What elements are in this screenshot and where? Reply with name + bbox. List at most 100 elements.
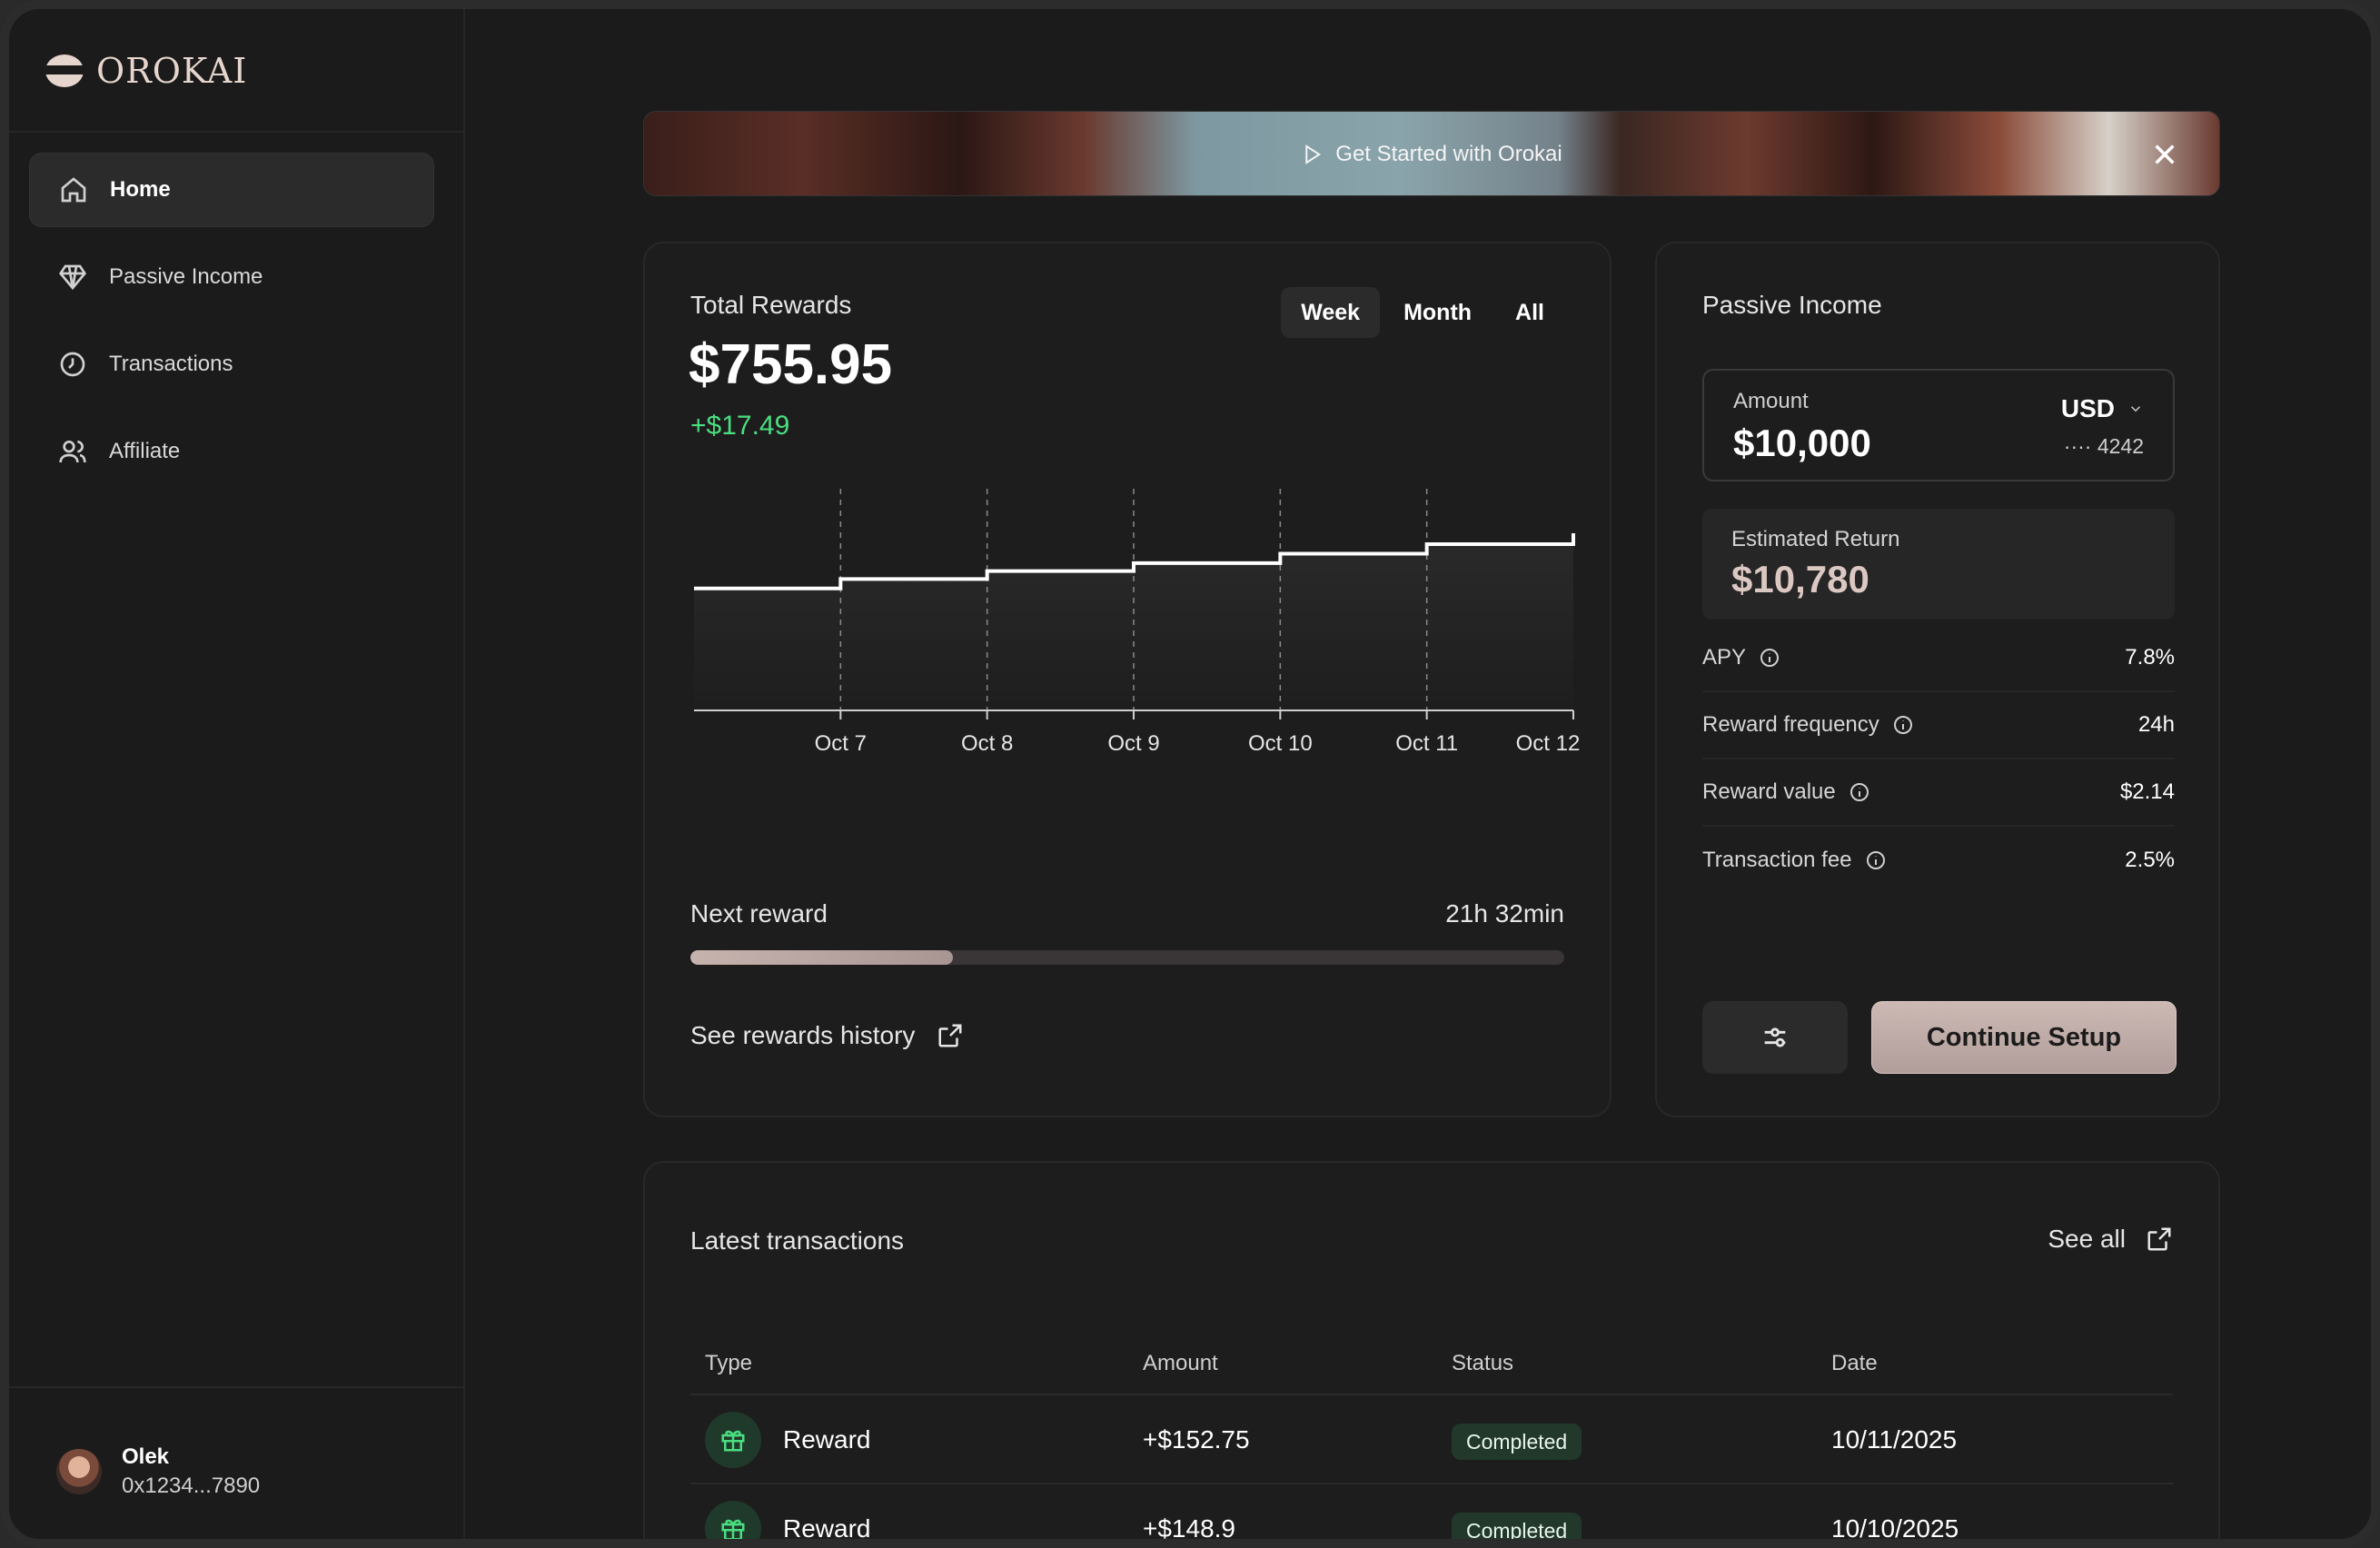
tx-status-cell: Completed [1452,1484,1582,1539]
tx-amount: +$152.75 [1143,1425,1250,1454]
settings-button[interactable] [1702,1001,1848,1074]
amount-label: Amount [1733,389,1809,413]
table-row[interactable]: Reward +$148.9 Completed 10/10/2025 [690,1484,2173,1543]
sidebar-item-label: Affiliate [109,439,181,463]
latest-transactions-card: Latest transactions See all Type Amount … [643,1161,2220,1543]
range-selector: Week Month All [1281,287,1564,338]
banner-cta-label: Get Started with Orokai [1335,142,1562,166]
sidebar-item-label: Transactions [109,352,233,376]
stat-label: APY [1702,645,1747,670]
tx-type-cell: Reward [705,1395,870,1484]
close-icon [2155,144,2175,164]
sliders-icon [1764,1027,1786,1047]
user-profile[interactable]: Olek 0x1234...7890 [56,1444,260,1499]
stat-value: $2.14 [2119,779,2175,804]
tx-type: Reward [783,1514,871,1543]
estimated-return-box: Estimated Return $10,780 [1702,509,2175,620]
stat-value: 2.5% [2125,848,2175,872]
stat-label: Reward value [1702,779,1836,804]
total-rewards-card: Total Rewards $755.95 +$17.49 Week Month… [643,242,1611,1117]
tx-status-cell: Completed [1452,1395,1582,1484]
stat-reward-value: Reward value $2.14 [1702,759,2175,827]
sidebar-item-affiliate[interactable]: Affiliate [29,414,434,489]
rewards-history-link[interactable]: See rewards history [690,1021,964,1050]
range-all-button[interactable]: All [1495,287,1564,338]
diamond-icon [59,264,86,291]
stat-transaction-fee: Transaction fee 2.5% [1702,827,2175,894]
external-link-icon [938,1024,962,1047]
continue-setup-button[interactable]: Continue Setup [1871,1001,2177,1074]
tx-date: 10/10/2025 [1831,1514,1959,1543]
next-reward-label: Next reward [690,899,828,928]
amount-field[interactable]: Amount $10,000 USD ···· 4242 [1702,369,2175,481]
see-all-label: See all [2048,1225,2126,1253]
gift-icon [721,1519,745,1539]
rewards-history-label: See rewards history [690,1021,916,1049]
progress-fill [690,950,953,965]
play-icon [1305,144,1322,164]
chart-tick-label: Oct 11 [1395,731,1458,756]
rewards-label: Total Rewards [690,291,852,319]
column-header-amount: Amount [1143,1351,1218,1375]
app-window: OROKAI Home Passive Income Transactions … [0,0,2380,1548]
stat-label: Reward frequency [1702,712,1879,737]
info-icon[interactable] [1865,849,1887,871]
stat-value: 24h [2137,712,2175,737]
rewards-chart: Oct 7 Oct 8 Oct 9 Oct 10 Oct 11 Oct 12 [694,489,1580,756]
wallet-address: 0x1234...7890 [122,1474,261,1498]
sidebar-divider [9,1386,463,1388]
gift-icon [721,1430,745,1452]
info-icon[interactable] [1892,714,1914,736]
tx-amount: +$148.9 [1143,1514,1235,1543]
stat-value: 7.8% [2125,645,2175,670]
table-header: Type Amount Status Date [690,1341,2173,1395]
sidebar-divider [9,131,463,133]
status-badge: Completed [1452,1512,1582,1539]
column-header-date: Date [1831,1351,1878,1375]
gift-icon-badge [705,1412,761,1468]
sidebar-item-label: Passive Income [109,264,263,289]
currency-select[interactable]: USD [2061,394,2144,423]
getting-started-banner: Get Started with Orokai [643,111,2220,196]
table-row[interactable]: Reward +$152.75 Completed 10/11/2025 [690,1395,2173,1484]
users-icon [59,441,86,463]
avatar [56,1449,102,1494]
clock-icon [60,352,85,377]
estimated-return-label: Estimated Return [1731,527,1900,551]
range-month-button[interactable]: Month [1383,287,1492,338]
passive-income-title: Passive Income [1702,291,1882,319]
close-banner-button[interactable] [2152,142,2177,167]
brand-name: OROKAI [96,51,248,91]
sidebar: OROKAI Home Passive Income Transactions … [9,9,465,1539]
sidebar-nav: Home Passive Income Transactions Affilia… [29,153,434,501]
column-header-status: Status [1452,1351,1514,1375]
brand-logo[interactable]: OROKAI [44,44,247,98]
info-icon[interactable] [1849,781,1870,803]
chart-tick-label: Oct 10 [1248,731,1313,756]
home-icon [61,177,86,203]
currency-value: USD [2060,394,2115,422]
tx-type-cell: Reward [705,1484,871,1543]
sidebar-item-transactions[interactable]: Transactions [29,327,434,402]
stat-reward-frequency: Reward frequency 24h [1702,692,2175,759]
range-week-button[interactable]: Week [1281,287,1381,338]
next-reward-time: 21h 32min [1445,899,1564,928]
sidebar-item-passive-income[interactable]: Passive Income [29,240,434,314]
stat-apy: APY 7.8% [1702,625,2175,692]
rewards-delta: +$17.49 [690,411,790,441]
see-all-link[interactable]: See all [2048,1225,2173,1254]
gift-icon-badge [705,1501,761,1539]
external-link-icon [2147,1227,2171,1251]
income-stats: APY 7.8% Reward frequency 24h Reward val… [1702,625,2175,894]
chart-tick-label: Oct 7 [815,731,867,756]
tx-type: Reward [783,1425,871,1454]
chevron-down-icon [2130,406,2141,412]
next-reward-row: Next reward 21h 32min [690,899,1564,928]
next-reward-progress [690,950,1564,965]
sidebar-item-home[interactable]: Home [29,153,434,227]
card-last-digits: ···· 4242 [2063,434,2144,458]
passive-income-card: Passive Income Amount $10,000 USD ···· 4… [1655,242,2220,1117]
banner-cta[interactable]: Get Started with Orokai [1301,112,1562,195]
info-icon[interactable] [1759,647,1780,669]
orokai-logo-icon [45,55,84,87]
